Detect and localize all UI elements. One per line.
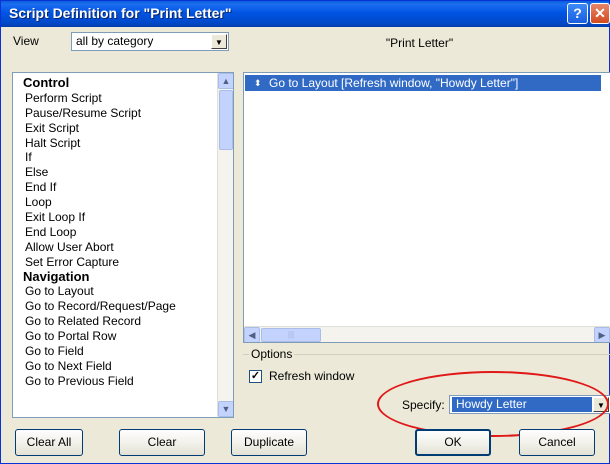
step-item[interactable]: Set Error Capture (13, 255, 219, 270)
step-item[interactable]: Pause/Resume Script (13, 106, 219, 121)
steps-scroll-thumb[interactable] (219, 90, 233, 150)
window-title: Script Definition for "Print Letter" (9, 5, 232, 21)
script-steps-list[interactable]: Control Perform Script Pause/Resume Script… (12, 72, 234, 418)
step-item[interactable]: If (13, 150, 219, 165)
script-name-label: "Print Letter" (385, 36, 454, 50)
step-category[interactable]: Control (13, 75, 219, 91)
scroll-up-icon[interactable]: ▲ (218, 73, 233, 89)
close-icon[interactable]: ✕ (590, 3, 610, 24)
title-bar[interactable]: Script Definition for "Print Letter" ? ✕ (1, 1, 610, 27)
scroll-right-icon[interactable]: ▶ (594, 327, 610, 342)
refresh-window-checkbox[interactable]: ✓ (249, 370, 262, 383)
scroll-left-icon[interactable]: ◀ (244, 327, 260, 342)
clear-button[interactable]: Clear (119, 429, 205, 456)
step-item[interactable]: End If (13, 180, 219, 195)
drag-handle-icon[interactable]: ⬍ (254, 75, 262, 91)
clear-all-button[interactable]: Clear All (15, 429, 83, 456)
ok-button[interactable]: OK (415, 429, 491, 456)
view-dropdown-value: all by category (76, 34, 154, 48)
step-category[interactable]: Navigation (13, 269, 219, 285)
step-item[interactable]: End Loop (13, 225, 219, 240)
step-item[interactable]: Else (13, 165, 219, 180)
script-step-text: Go to Layout [Refresh window, "Howdy Let… (269, 76, 519, 90)
steps-vertical-scrollbar[interactable]: ▲ ▼ (217, 73, 233, 417)
script-horizontal-scrollbar[interactable]: ◀ ||| ▶ (244, 326, 610, 342)
script-scroll-thumb[interactable]: ||| (261, 328, 321, 342)
step-item[interactable]: Go to Field (13, 344, 219, 359)
step-item[interactable]: Allow User Abort (13, 240, 219, 255)
step-item[interactable]: Perform Script (13, 91, 219, 106)
step-item[interactable]: Exit Script (13, 121, 219, 136)
duplicate-button[interactable]: Duplicate (231, 429, 307, 456)
step-item[interactable]: Halt Script (13, 136, 219, 151)
step-item[interactable]: Go to Related Record (13, 314, 219, 329)
view-dropdown[interactable]: all by category ▼ (71, 32, 229, 51)
step-item[interactable]: Go to Record/Request/Page (13, 299, 219, 314)
script-steps-items: Control Perform Script Pause/Resume Script… (13, 75, 219, 389)
step-item[interactable]: Go to Layout (13, 284, 219, 299)
view-label: View (13, 34, 39, 48)
step-item[interactable]: Go to Portal Row (13, 329, 219, 344)
help-icon[interactable]: ? (567, 3, 588, 24)
step-item[interactable]: Loop (13, 195, 219, 210)
chevron-down-icon[interactable]: ▼ (211, 34, 227, 49)
scroll-down-icon[interactable]: ▼ (218, 401, 233, 417)
options-label: Options (249, 347, 295, 361)
refresh-window-label[interactable]: Refresh window (269, 369, 354, 383)
script-definition-box[interactable]: ⬍ Go to Layout [Refresh window, "Howdy L… (243, 72, 610, 343)
annotation-ellipse (377, 371, 609, 437)
script-step-row[interactable]: ⬍ Go to Layout [Refresh window, "Howdy L… (245, 75, 601, 91)
cancel-button[interactable]: Cancel (519, 429, 595, 456)
step-item[interactable]: Go to Next Field (13, 359, 219, 374)
script-definition-dialog: Script Definition for "Print Letter" ? ✕… (0, 0, 610, 464)
step-item[interactable]: Go to Previous Field (13, 374, 219, 389)
step-item[interactable]: Exit Loop If (13, 210, 219, 225)
